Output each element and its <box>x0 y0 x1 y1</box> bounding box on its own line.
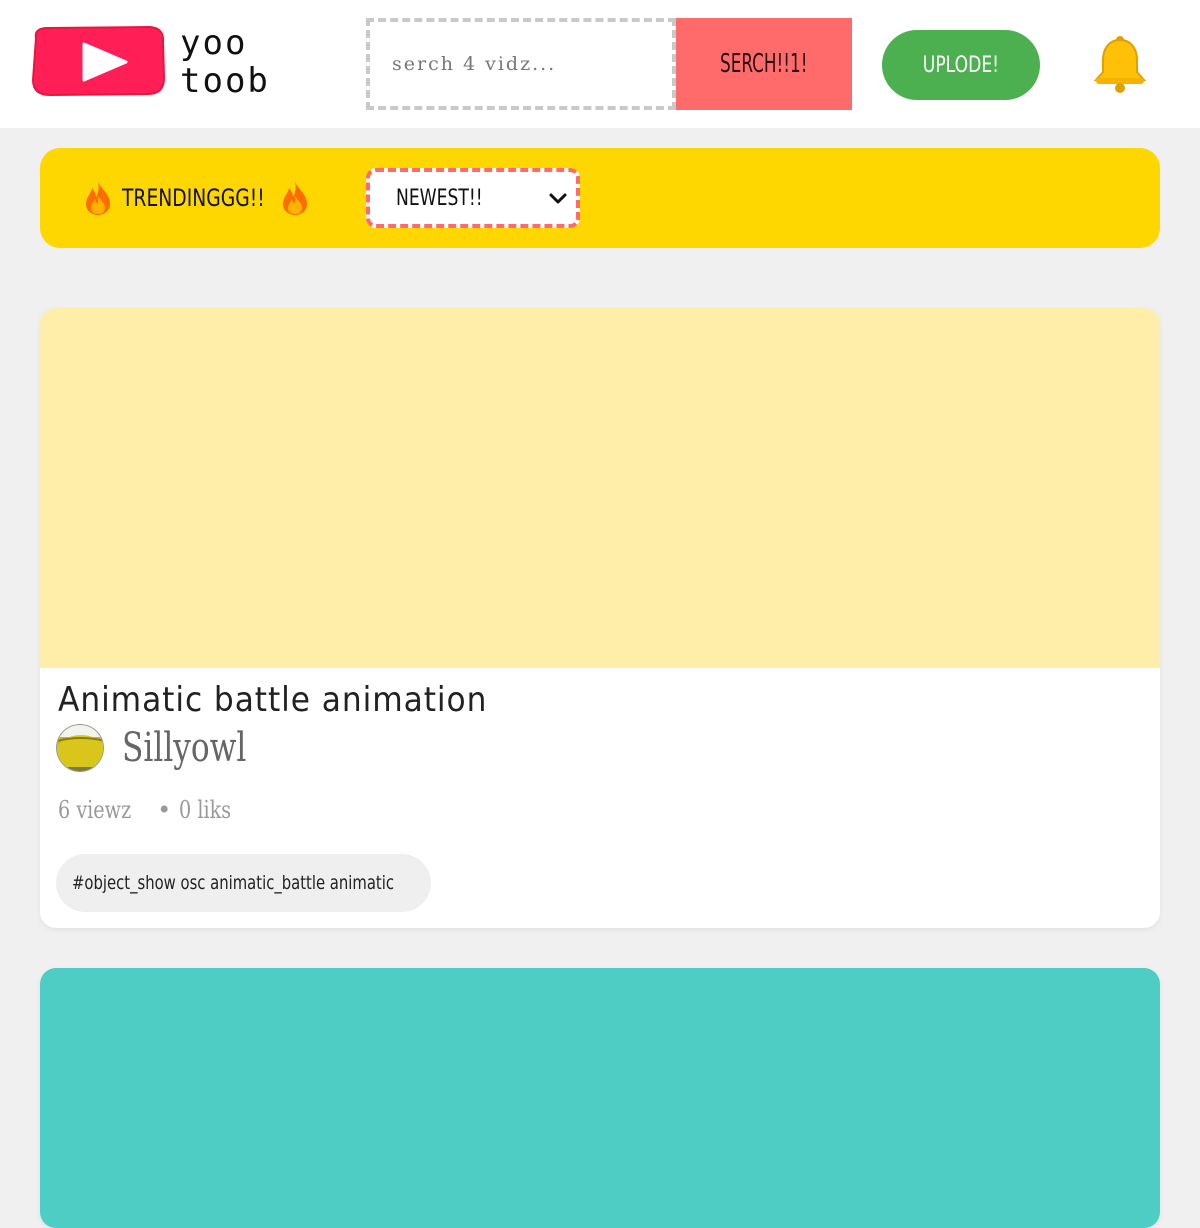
channel-row: Sillyowl <box>56 724 282 772</box>
play-logo-icon[interactable] <box>30 24 166 98</box>
upload-button-label: UPLODE! <box>922 52 1000 78</box>
top-header: yoo toob SERCH!!1! UPLODE! <box>0 0 1200 128</box>
video-thumbnail[interactable] <box>40 968 1160 1228</box>
stats-separator: • <box>157 796 172 824</box>
video-thumbnail[interactable] <box>40 308 1160 668</box>
video-title[interactable]: Animatic battle animation <box>58 680 525 720</box>
sort-select[interactable]: NEWEST!! <box>366 168 580 228</box>
trending-heading: TRENDINGGG!! <box>82 178 311 218</box>
bell-icon[interactable] <box>1090 34 1150 94</box>
channel-name-text: Sillyowl <box>122 725 247 771</box>
sort-selected-value: NEWEST!! <box>396 185 483 211</box>
channel-name[interactable]: Sillyowl <box>122 725 282 771</box>
video-card[interactable]: Animatic battle animation Sillyowl 6 vie… <box>40 308 1160 928</box>
search-input[interactable] <box>370 22 672 106</box>
trending-label: TRENDINGGG!! <box>122 184 265 212</box>
upload-button[interactable]: UPLODE! <box>882 30 1040 100</box>
video-tags-text: #object_show osc animatic_battle animati… <box>72 872 395 894</box>
search-box <box>366 18 676 110</box>
video-tags: #object_show osc animatic_battle animati… <box>56 854 431 912</box>
avatar[interactable] <box>56 724 104 772</box>
fire-icon <box>82 180 114 216</box>
chevron-down-icon <box>548 188 568 208</box>
search-button-label: SERCH!!1! <box>720 49 808 79</box>
fire-icon <box>279 180 311 216</box>
site-logo-text[interactable]: yoo toob <box>180 24 300 100</box>
video-stats: 6 viewz • 0 liks <box>58 796 244 824</box>
filter-bar: TRENDINGGG!! NEWEST!! <box>40 148 1160 248</box>
video-card[interactable] <box>40 968 1160 1228</box>
view-count: 6 viewz <box>58 796 132 824</box>
search-button[interactable]: SERCH!!1! <box>676 18 852 110</box>
video-title-text: Animatic battle animation <box>58 680 488 720</box>
like-count: 0 liks <box>178 796 232 824</box>
